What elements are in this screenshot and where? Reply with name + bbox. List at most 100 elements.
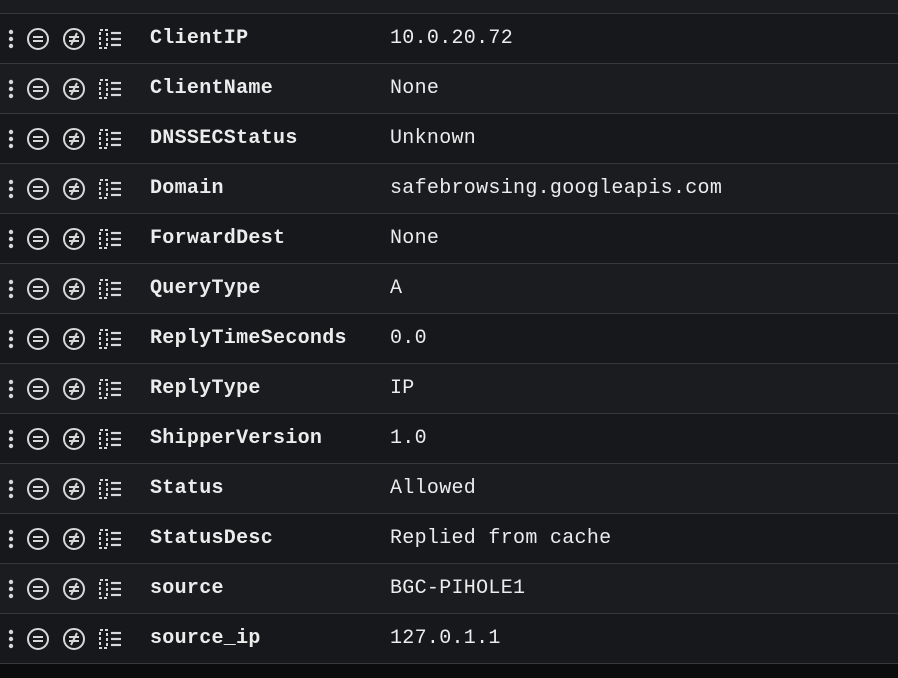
field-name: ForwardDest xyxy=(150,227,390,250)
filter-not-equals-icon[interactable] xyxy=(62,227,86,251)
filter-equals-icon[interactable] xyxy=(26,477,50,501)
field-value: A xyxy=(390,277,402,300)
field-value: 127.0.1.1 xyxy=(390,627,501,650)
filter-equals-icon[interactable] xyxy=(26,577,50,601)
toggle-column-icon[interactable] xyxy=(98,178,122,200)
row-actions xyxy=(8,627,122,651)
filter-equals-icon[interactable] xyxy=(26,527,50,551)
filter-not-equals-icon[interactable] xyxy=(62,627,86,651)
row-actions xyxy=(8,27,122,51)
field-row: Domain safebrowsing.googleapis.com xyxy=(0,164,898,214)
filter-equals-icon[interactable] xyxy=(26,177,50,201)
field-row: ShipperVersion 1.0 xyxy=(0,414,898,464)
toggle-column-icon[interactable] xyxy=(98,328,122,350)
drag-handle-icon[interactable] xyxy=(8,179,14,199)
filter-equals-icon[interactable] xyxy=(26,427,50,451)
filter-equals-icon[interactable] xyxy=(26,327,50,351)
filter-not-equals-icon[interactable] xyxy=(62,427,86,451)
row-actions xyxy=(8,277,122,301)
drag-handle-icon[interactable] xyxy=(8,129,14,149)
filter-equals-icon[interactable] xyxy=(26,77,50,101)
filter-not-equals-icon[interactable] xyxy=(62,327,86,351)
field-name: DNSSECStatus xyxy=(150,127,390,150)
field-row: ReplyTimeSeconds 0.0 xyxy=(0,314,898,364)
drag-handle-icon[interactable] xyxy=(8,29,14,49)
row-actions xyxy=(8,527,122,551)
filter-equals-icon[interactable] xyxy=(26,277,50,301)
field-row: source BGC-PIHOLE1 xyxy=(0,564,898,614)
field-value: 10.0.20.72 xyxy=(390,27,513,50)
field-name: Status xyxy=(150,477,390,500)
filter-not-equals-icon[interactable] xyxy=(62,577,86,601)
drag-handle-icon[interactable] xyxy=(8,379,14,399)
field-name: ClientName xyxy=(150,77,390,100)
drag-handle-icon[interactable] xyxy=(8,229,14,249)
filter-not-equals-icon[interactable] xyxy=(62,77,86,101)
drag-handle-icon[interactable] xyxy=(8,579,14,599)
row-actions xyxy=(8,77,122,101)
drag-handle-icon[interactable] xyxy=(8,629,14,649)
field-list: ClientIP 10.0.20.72 xyxy=(0,0,898,664)
toggle-column-icon[interactable] xyxy=(98,78,122,100)
toggle-column-icon[interactable] xyxy=(98,578,122,600)
row-actions xyxy=(8,127,122,151)
filter-not-equals-icon[interactable] xyxy=(62,127,86,151)
field-row: DNSSECStatus Unknown xyxy=(0,114,898,164)
field-row: ClientName None xyxy=(0,64,898,114)
row-actions xyxy=(8,427,122,451)
row-actions xyxy=(8,177,122,201)
filter-equals-icon[interactable] xyxy=(26,27,50,51)
field-row: ForwardDest None xyxy=(0,214,898,264)
drag-handle-icon[interactable] xyxy=(8,329,14,349)
field-value: BGC-PIHOLE1 xyxy=(390,577,525,600)
field-value: None xyxy=(390,77,439,100)
filter-not-equals-icon[interactable] xyxy=(62,177,86,201)
filter-equals-icon[interactable] xyxy=(26,227,50,251)
field-row: QueryType A xyxy=(0,264,898,314)
drag-handle-icon[interactable] xyxy=(8,529,14,549)
field-name: Domain xyxy=(150,177,390,200)
drag-handle-icon[interactable] xyxy=(8,279,14,299)
row-actions xyxy=(8,377,122,401)
field-row: Status Allowed xyxy=(0,464,898,514)
toggle-column-icon[interactable] xyxy=(98,278,122,300)
filter-not-equals-icon[interactable] xyxy=(62,277,86,301)
toggle-column-icon[interactable] xyxy=(98,228,122,250)
field-row: ReplyType IP xyxy=(0,364,898,414)
field-name: ReplyTimeSeconds xyxy=(150,327,390,350)
field-row: StatusDesc Replied from cache xyxy=(0,514,898,564)
field-name: source_ip xyxy=(150,627,390,650)
field-value: safebrowsing.googleapis.com xyxy=(390,177,722,200)
drag-handle-icon[interactable] xyxy=(8,79,14,99)
row-actions xyxy=(8,327,122,351)
partial-row-top xyxy=(0,0,898,14)
row-actions xyxy=(8,227,122,251)
field-name: ReplyType xyxy=(150,377,390,400)
filter-not-equals-icon[interactable] xyxy=(62,477,86,501)
field-name: StatusDesc xyxy=(150,527,390,550)
filter-not-equals-icon[interactable] xyxy=(62,27,86,51)
drag-handle-icon[interactable] xyxy=(8,429,14,449)
filter-not-equals-icon[interactable] xyxy=(62,377,86,401)
field-value: None xyxy=(390,227,439,250)
row-actions xyxy=(8,577,122,601)
toggle-column-icon[interactable] xyxy=(98,428,122,450)
toggle-column-icon[interactable] xyxy=(98,378,122,400)
toggle-column-icon[interactable] xyxy=(98,628,122,650)
filter-equals-icon[interactable] xyxy=(26,127,50,151)
field-row: source_ip 127.0.1.1 xyxy=(0,614,898,664)
field-name: source xyxy=(150,577,390,600)
toggle-column-icon[interactable] xyxy=(98,128,122,150)
toggle-column-icon[interactable] xyxy=(98,528,122,550)
filter-equals-icon[interactable] xyxy=(26,627,50,651)
field-value: IP xyxy=(390,377,415,400)
filter-equals-icon[interactable] xyxy=(26,377,50,401)
toggle-column-icon[interactable] xyxy=(98,478,122,500)
filter-not-equals-icon[interactable] xyxy=(62,527,86,551)
drag-handle-icon[interactable] xyxy=(8,479,14,499)
field-value: Replied from cache xyxy=(390,527,611,550)
field-value: 1.0 xyxy=(390,427,427,450)
field-name: QueryType xyxy=(150,277,390,300)
toggle-column-icon[interactable] xyxy=(98,28,122,50)
row-actions xyxy=(8,477,122,501)
